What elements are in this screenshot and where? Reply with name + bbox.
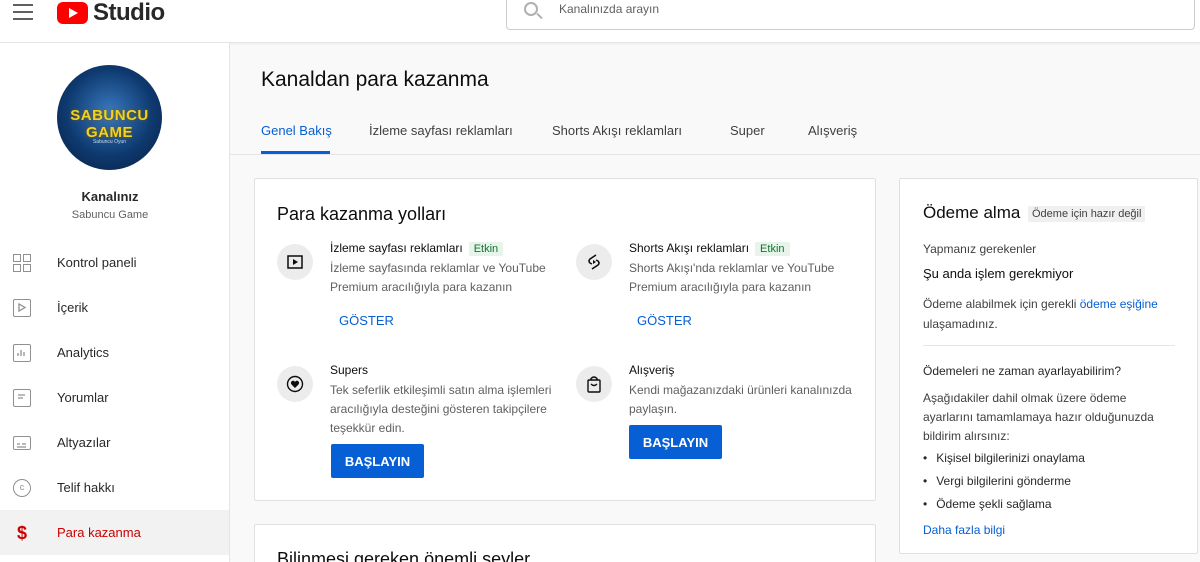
ways-to-earn-card: Para kazanma yolları İzleme sayfası rekl…: [254, 178, 876, 501]
status-badge: Etkin: [755, 242, 790, 256]
sidebar: SABUNCU GAME Sabuncu Oyun Kanalınız Sabu…: [0, 43, 230, 562]
active-tab-indicator: [261, 151, 330, 154]
tab-bar: Genel Bakış İzleme sayfası reklamları Sh…: [230, 114, 1200, 155]
ways-card-title: Para kazanma yolları: [277, 204, 447, 224]
tab-watch-page-ads[interactable]: İzleme sayfası reklamları: [369, 123, 513, 138]
status-badge: Etkin: [468, 242, 504, 256]
channel-name: Sabuncu Game: [71, 209, 149, 221]
shopping-bag-icon: [576, 366, 612, 402]
sidebar-item-monetization[interactable]: $ Para kazanma: [0, 510, 229, 555]
play-box-icon: [277, 244, 313, 280]
sidebar-item-analytics[interactable]: Analytics: [0, 330, 229, 375]
search-icon: [524, 2, 538, 16]
list-item: Kişisel bilgilerinizi onaylama: [923, 451, 1085, 465]
way-watch-page-ads: İzleme sayfası reklamları Etkin İzleme sa…: [277, 241, 567, 341]
search-input[interactable]: [559, 2, 959, 16]
tab-shopping[interactable]: Alışveriş: [808, 123, 857, 138]
channel-label: Kanalınız: [81, 189, 139, 204]
top-bar: Studio: [0, 0, 1200, 43]
payment-threshold-link[interactable]: ödeme eşiğine: [1080, 297, 1158, 311]
shopping-start-button[interactable]: BAŞLAYIN: [629, 425, 722, 459]
divider: [923, 345, 1175, 346]
way-shorts-ads: Shorts Akışı reklamları Etkin Shorts Akış…: [576, 241, 866, 341]
comments-icon: [13, 388, 31, 407]
show-watch-ads-button[interactable]: GÖSTER: [339, 313, 394, 328]
subtitles-icon: [13, 436, 31, 450]
content-icon: [13, 298, 31, 317]
analytics-icon: [13, 343, 31, 362]
youtube-logo-icon: [57, 2, 88, 24]
learn-more-link[interactable]: Daha fazla bilgi: [923, 523, 1005, 537]
menu-icon[interactable]: [13, 4, 33, 22]
copyright-icon: c: [13, 478, 31, 497]
way-supers: Supers Tek seferlik etkileşimli satın al…: [277, 363, 567, 443]
payment-card: Ödeme alma Ödeme için hazır değil Yapman…: [899, 178, 1198, 554]
studio-logo[interactable]: Studio: [57, 0, 165, 26]
page-title: Kanaldan para kazanma: [261, 68, 489, 91]
dollar-icon: $: [16, 522, 27, 543]
tab-overview[interactable]: Genel Bakış: [261, 123, 332, 138]
payment-status-badge: Ödeme için hazır değil: [1028, 206, 1146, 222]
show-shorts-ads-button[interactable]: GÖSTER: [637, 313, 692, 328]
search-bar[interactable]: [506, 0, 1195, 30]
supers-heart-icon: [277, 366, 313, 402]
list-item: Ödeme şekli sağlama: [923, 497, 1051, 511]
list-item: Vergi bilgilerini gönderme: [923, 474, 1071, 488]
tab-shorts-feed-ads[interactable]: Shorts Akışı reklamları: [552, 123, 682, 138]
important-info-card: Bilinmesi gereken önemli şeyler: [254, 524, 876, 562]
channel-avatar[interactable]: SABUNCU GAME Sabuncu Oyun: [57, 65, 162, 170]
sidebar-item-copyright[interactable]: c Telif hakkı: [0, 465, 229, 510]
sidebar-item-comments[interactable]: Yorumlar: [0, 375, 229, 420]
supers-start-button[interactable]: BAŞLAYIN: [331, 444, 424, 478]
dashboard-icon: [13, 253, 31, 272]
sidebar-item-content[interactable]: İçerik: [0, 285, 229, 330]
payment-title: Ödeme alma: [923, 203, 1021, 222]
sidebar-item-dashboard[interactable]: Kontrol paneli: [0, 240, 229, 285]
sidebar-item-subtitles[interactable]: Altyazılar: [0, 420, 229, 465]
shorts-icon: [576, 244, 612, 280]
tab-super[interactable]: Super: [730, 123, 765, 138]
